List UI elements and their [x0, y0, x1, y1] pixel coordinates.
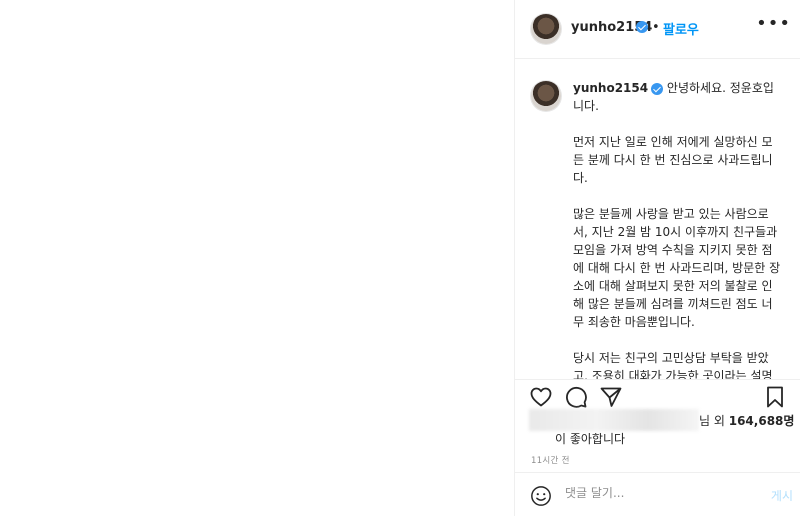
- caption-paragraph: 먼저 지난 일로 인해 저에게 실망하신 모든 분께 다시 한 번 진심으로 사…: [573, 135, 773, 185]
- post-header: yunho2154 • 팔로우 •••: [515, 0, 800, 59]
- follow-button[interactable]: 팔로우: [663, 19, 699, 38]
- likes-count[interactable]: 164,688명: [729, 414, 795, 428]
- verified-badge-icon: [651, 82, 664, 95]
- more-options-icon[interactable]: •••: [756, 13, 791, 34]
- verified-badge-icon: [636, 21, 648, 33]
- likes-line-2: 이 좋아합니다: [555, 432, 626, 446]
- post-media-area: [0, 0, 514, 516]
- avatar[interactable]: [531, 14, 561, 44]
- separator-dot: •: [652, 20, 660, 35]
- caption-paragraph: 많은 분들께 사랑을 받고 있는 사람으로서, 지난 2월 밤 10시 이후까지…: [573, 207, 781, 329]
- caption-scroll-area[interactable]: yunho2154 안녕하세요. 정윤호입니다. 먼저 지난 일로 인해 저에게…: [515, 59, 800, 379]
- likes-suffix: 님 외: [699, 414, 725, 428]
- post-side-panel: yunho2154 • 팔로우 ••• yunho2154 안녕하세요. 정윤호…: [514, 0, 800, 516]
- caption-username[interactable]: yunho2154: [573, 81, 648, 95]
- post-comment-button[interactable]: 게시: [771, 487, 793, 504]
- comment-input[interactable]: [565, 486, 745, 500]
- caption-avatar[interactable]: [531, 81, 561, 111]
- smiley-icon[interactable]: [530, 485, 552, 511]
- blurred-liker-names: [529, 409, 699, 431]
- likes-count-text: 님 외 164,688명: [699, 412, 794, 429]
- comment-bar: 게시: [515, 472, 800, 517]
- post-timestamp[interactable]: 11시간 전: [531, 454, 570, 466]
- caption-text: yunho2154 안녕하세요. 정윤호입니다. 먼저 지난 일로 인해 저에게…: [573, 79, 783, 379]
- likes-summary[interactable]: 님 외 164,688명: [529, 409, 800, 431]
- caption-paragraph: 당시 저는 친구의 고민상담 부탁을 받았고, 조용히 대화가 가능한 곳이라는…: [573, 351, 773, 379]
